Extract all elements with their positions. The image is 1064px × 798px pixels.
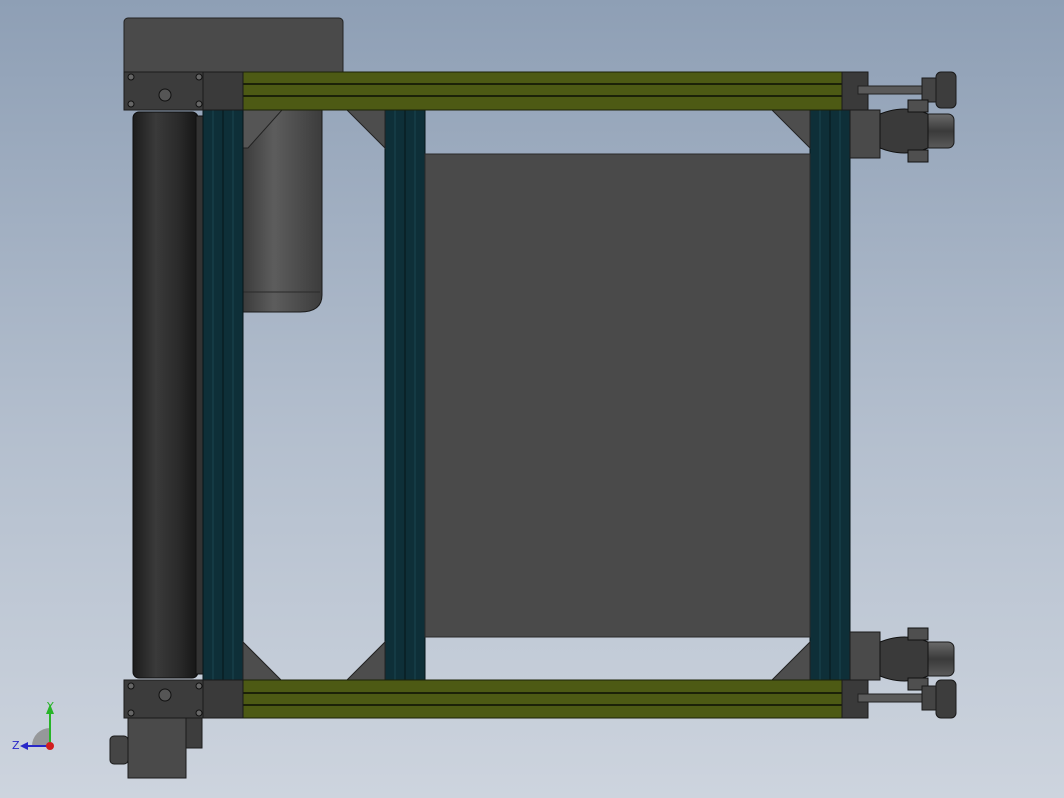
z-axis-arrow [20,742,28,750]
leveling-foot-bottom [857,679,957,719]
cross-rail-bottom [202,679,869,719]
bottom-connector-box [109,717,203,779]
center-panel [424,153,811,638]
side-frame-left [202,109,244,681]
drive-roller [132,111,205,679]
side-frame-middle [384,109,426,681]
side-frame-right [809,109,851,681]
z-axis-label: Z [12,739,20,752]
cross-rail-top [202,71,869,111]
y-axis-label: Y [46,700,54,713]
gear-motor [241,109,323,313]
coordinate-triad: Y Z [12,700,54,752]
x-axis-point [46,742,54,750]
cad-viewport[interactable]: Y Z [0,0,1064,798]
leveling-foot-top [857,71,957,109]
